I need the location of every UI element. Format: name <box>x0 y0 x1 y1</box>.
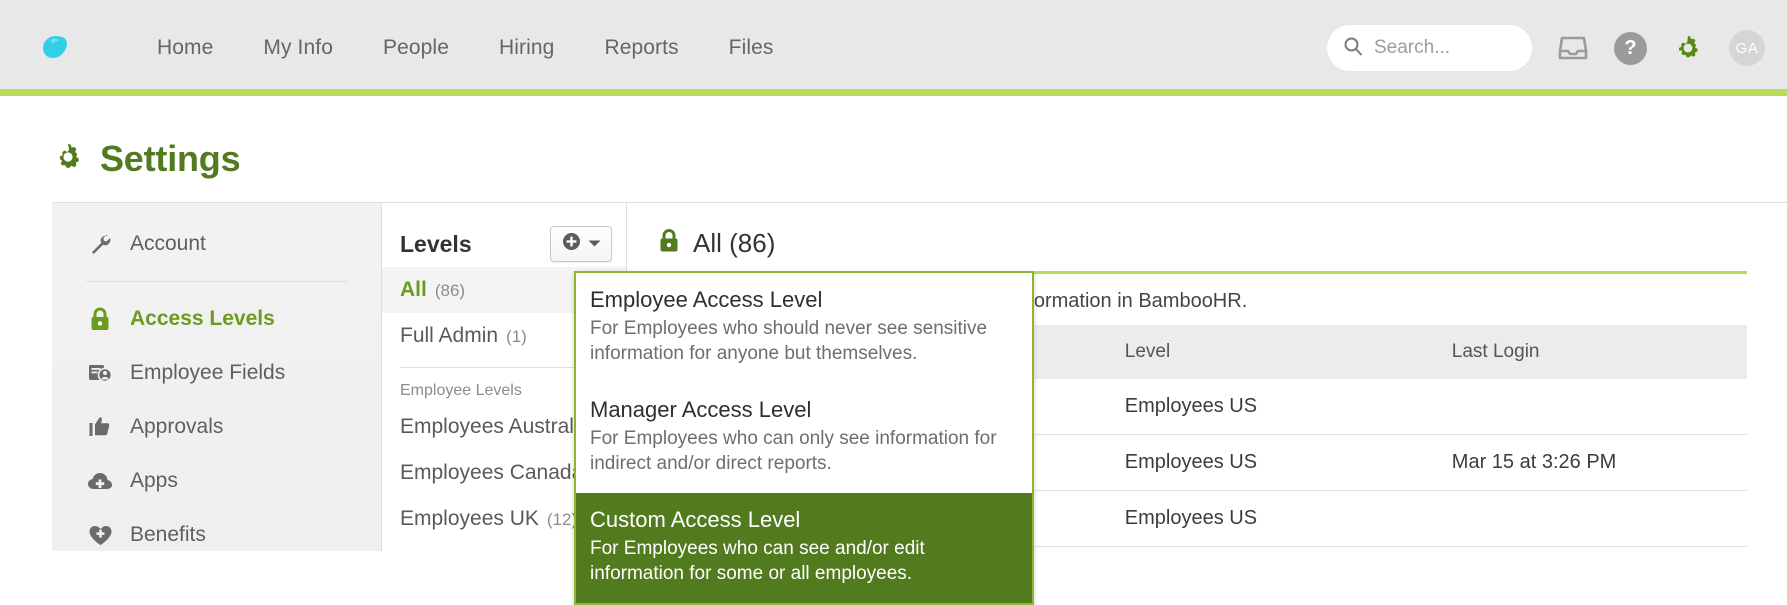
nav-link-home[interactable]: Home <box>132 26 238 70</box>
cloud-plus-icon <box>86 467 114 495</box>
add-level-button[interactable] <box>550 226 612 262</box>
level-name: All <box>400 278 427 301</box>
sidebar-item-apps[interactable]: Apps <box>52 454 381 508</box>
dropdown-item-custom-access-level[interactable]: Custom Access Level For Employees who ca… <box>576 492 1032 603</box>
detail-header: All (86) <box>657 221 1787 265</box>
dropdown-item-description: For Employees who can see and/or edit in… <box>590 537 925 585</box>
nav-link-my-info[interactable]: My Info <box>238 26 358 70</box>
dropdown-item-title: Custom Access Level <box>590 506 801 532</box>
wrench-icon <box>86 230 114 258</box>
nav-link-reports[interactable]: Reports <box>579 26 703 70</box>
dropdown-item-description: For Employees who can only see informati… <box>590 427 997 475</box>
help-icon[interactable]: ? <box>1614 31 1647 65</box>
dropdown-item-description: For Employees who should never see sensi… <box>590 318 988 365</box>
cell-last-login <box>1441 490 1747 547</box>
levels-header: Levels <box>382 221 626 267</box>
level-name: Employees Canada <box>400 461 584 484</box>
level-name: Employees UK <box>400 507 539 530</box>
level-count: (1) <box>506 327 527 346</box>
sidebar-divider <box>86 281 347 282</box>
cell-level: Employees US <box>1114 434 1442 491</box>
plus-circle-icon <box>562 232 581 256</box>
inbox-tray-icon[interactable] <box>1554 29 1592 67</box>
sidebar-item-employee-fields[interactable]: Employee Fields <box>52 346 381 400</box>
sidebar-item-access-levels[interactable]: Access Levels <box>52 292 381 346</box>
bamboohr-leaf-logo-icon[interactable] <box>34 27 76 69</box>
levels-title: Levels <box>400 230 472 257</box>
level-count: (86) <box>434 281 466 300</box>
gear-icon <box>52 141 84 178</box>
nav-link-hiring[interactable]: Hiring <box>474 26 579 70</box>
dropdown-item-title: Employee Access Level <box>590 287 823 312</box>
chevron-down-icon <box>588 235 601 253</box>
gear-icon[interactable] <box>1669 29 1707 67</box>
search-icon <box>1343 36 1363 61</box>
page-header: Settings <box>0 96 1787 182</box>
dropdown-item-employee-access-level[interactable]: Employee Access Level For Employees who … <box>576 273 1032 383</box>
settings-sidebar: Account Access Levels Employee Fields Ap… <box>52 203 382 551</box>
cell-last-login <box>1441 379 1747 435</box>
cell-last-login: Mar 15 at 3:26 PM <box>1441 434 1747 491</box>
sidebar-item-label: Apps <box>130 469 178 492</box>
sidebar-item-account[interactable]: Account <box>52 217 381 271</box>
global-search[interactable] <box>1327 25 1532 71</box>
sidebar-item-benefits[interactable]: Benefits <box>52 508 381 562</box>
cell-level: Employees US <box>1114 379 1442 435</box>
avatar[interactable]: GA <box>1729 30 1765 66</box>
cell-level: Employees US <box>1114 490 1442 547</box>
search-input[interactable] <box>1374 37 1516 59</box>
heart-plus-icon <box>86 521 114 549</box>
level-count: (12) <box>546 510 578 529</box>
page-title: Settings <box>100 138 241 179</box>
sidebar-item-label: Access Levels <box>130 307 275 330</box>
header-accent-bar <box>0 89 1787 96</box>
level-name: Employees Australia <box>400 415 591 438</box>
top-nav-actions: ? GA <box>1327 25 1765 71</box>
column-header-level[interactable]: Level <box>1114 325 1442 379</box>
main-nav-links: Home My Info People Hiring Reports Files <box>132 26 799 70</box>
thumbs-up-icon <box>86 413 114 441</box>
lock-icon <box>657 227 681 259</box>
sidebar-item-label: Approvals <box>130 415 224 438</box>
nav-link-files[interactable]: Files <box>704 26 799 70</box>
sidebar-item-approvals[interactable]: Approvals <box>52 400 381 454</box>
sidebar-item-label: Employee Fields <box>130 361 286 384</box>
dropdown-item-manager-access-level[interactable]: Manager Access Level For Employees who c… <box>576 383 1032 493</box>
employee-card-icon <box>86 359 114 387</box>
column-header-last-login[interactable]: Last Login <box>1441 325 1747 379</box>
detail-title: All (86) <box>693 227 776 258</box>
lock-icon <box>86 305 114 333</box>
top-navigation-bar: Home My Info People Hiring Reports Files… <box>0 0 1787 96</box>
sidebar-item-label: Account <box>130 232 206 255</box>
level-name: Full Admin <box>400 324 499 347</box>
nav-link-people[interactable]: People <box>358 26 474 70</box>
sidebar-item-label: Benefits <box>130 523 206 546</box>
dropdown-item-title: Manager Access Level <box>590 396 812 422</box>
add-access-level-dropdown: Employee Access Level For Employees who … <box>574 271 1034 605</box>
